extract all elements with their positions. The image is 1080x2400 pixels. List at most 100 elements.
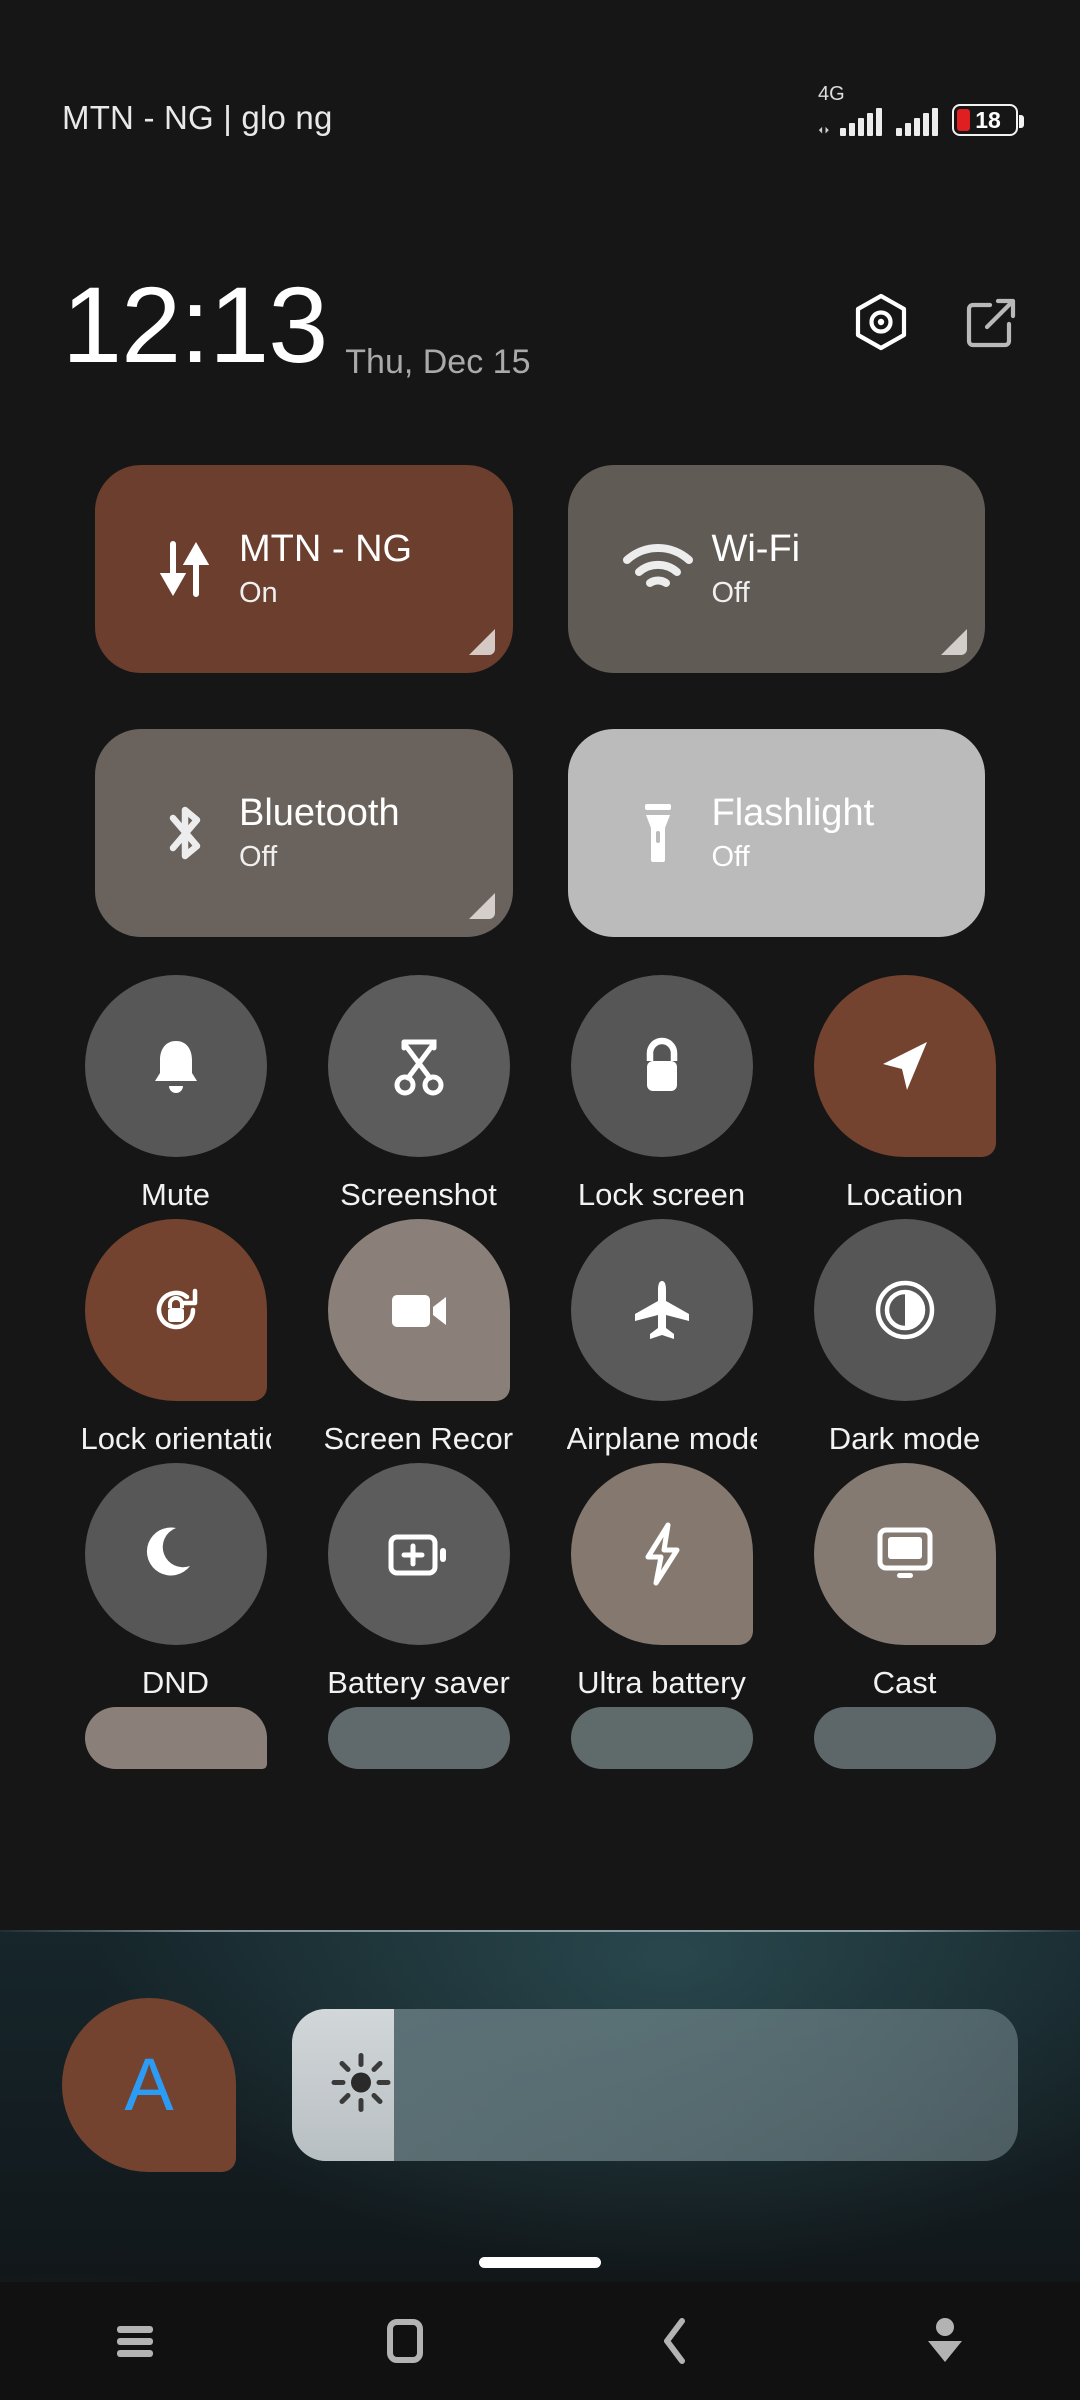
nav-home-button[interactable] — [270, 2319, 540, 2363]
tile-state: On — [239, 577, 412, 610]
tile-bubble[interactable] — [814, 1463, 996, 1645]
clock-header: 12:13 Thu, Dec 15 — [0, 250, 1080, 400]
tile-label: DND — [81, 1665, 271, 1701]
sun-icon — [330, 2052, 392, 2119]
network-type-label: 4G — [818, 84, 845, 104]
tile-state: Off — [712, 577, 801, 610]
menu-icon — [117, 2321, 153, 2362]
tile-bubble[interactable] — [328, 975, 510, 1157]
data-transfer-icon — [818, 116, 838, 136]
home-indicator[interactable] — [479, 2257, 601, 2268]
contrast-icon — [872, 1277, 938, 1343]
signal-bars-sim2 — [896, 108, 938, 136]
tile-state: Off — [239, 841, 400, 874]
tile-row4-1[interactable] — [54, 1707, 297, 1769]
tile-bubble[interactable] — [85, 975, 267, 1157]
tile-bubble[interactable] — [571, 1463, 753, 1645]
tile-label: Airplane mode — [567, 1421, 757, 1457]
tile-wifi[interactable]: Wi-Fi Off — [568, 465, 986, 673]
quick-settings-screen: MTN - NG | glo ng 4G 18 12:13 Thu, Dec 1… — [0, 0, 1080, 2400]
collapse-person-icon — [923, 2315, 967, 2367]
tile-label: Cast — [810, 1665, 1000, 1701]
tile-mobile-data[interactable]: MTN - NG On — [95, 465, 513, 673]
tile-label: Ultra battery — [567, 1665, 757, 1701]
battery-icon: 18 — [952, 104, 1018, 136]
tile-label: Wi-Fi — [712, 528, 801, 570]
tile-battery-saver[interactable]: Battery saver — [297, 1463, 540, 1701]
tile-label: Bluetooth — [239, 792, 400, 834]
nav-menu-button[interactable] — [0, 2321, 270, 2362]
tile-bubble[interactable] — [85, 1219, 267, 1401]
tile-bubble[interactable] — [571, 1707, 753, 1769]
nav-back-button[interactable] — [540, 2315, 810, 2367]
expand-corner-icon[interactable] — [469, 629, 495, 655]
tile-row4-3[interactable] — [540, 1707, 783, 1769]
tile-label: Mute — [81, 1177, 271, 1213]
nav-hide-button[interactable] — [810, 2315, 1080, 2367]
wifi-icon — [618, 541, 698, 597]
tile-label: Lock orientation — [81, 1421, 271, 1457]
battery-percent-label: 18 — [954, 106, 1016, 134]
tile-row4-2[interactable] — [297, 1707, 540, 1769]
tile-label: Location — [810, 1177, 1000, 1213]
moon-icon — [146, 1522, 206, 1586]
tile-screenshot[interactable]: Screenshot — [297, 975, 540, 1213]
tile-bubble[interactable] — [571, 1219, 753, 1401]
primary-tiles-row-1: MTN - NG On Wi-Fi Off — [95, 465, 985, 673]
tile-bubble[interactable] — [814, 1707, 996, 1769]
scissors-icon — [388, 1034, 450, 1098]
tile-screen-record[interactable]: Screen Record — [297, 1219, 540, 1457]
tile-bubble[interactable] — [85, 1707, 267, 1769]
tile-bubble[interactable] — [328, 1219, 510, 1401]
secondary-tiles-row-4-clipped — [54, 1707, 1026, 1769]
tile-flashlight[interactable]: Flashlight Off — [568, 729, 986, 937]
secondary-tiles-row-2: Lock orientation Screen Record Airpla — [54, 1219, 1026, 1457]
airplane-icon — [631, 1277, 693, 1343]
bluetooth-icon — [145, 801, 225, 865]
rotation-lock-icon — [143, 1277, 209, 1343]
tile-bubble[interactable] — [814, 975, 996, 1157]
tile-bubble[interactable] — [85, 1463, 267, 1645]
tile-label: Flashlight — [712, 792, 875, 834]
secondary-tiles-row-1: Mute Screenshot — [54, 975, 1026, 1213]
tile-bluetooth[interactable]: Bluetooth Off — [95, 729, 513, 937]
tile-bubble[interactable] — [328, 1463, 510, 1645]
tile-label: MTN - NG — [239, 528, 412, 570]
bell-icon — [147, 1033, 205, 1099]
tile-bubble[interactable] — [814, 1219, 996, 1401]
tile-mute[interactable]: Mute — [54, 975, 297, 1213]
tile-cast[interactable]: Cast — [783, 1463, 1026, 1701]
tile-ultra-battery[interactable]: Ultra battery — [540, 1463, 783, 1701]
primary-tiles: MTN - NG On Wi-Fi Off — [0, 465, 1080, 993]
edit-tiles-icon[interactable] — [964, 295, 1018, 349]
battery-plus-icon — [385, 1528, 453, 1580]
clock-date: Thu, Dec 15 — [345, 343, 530, 400]
carrier-label: MTN - NG | glo ng — [62, 99, 333, 137]
tile-row4-4[interactable] — [783, 1707, 1026, 1769]
status-icons: 4G 18 — [818, 104, 1018, 136]
home-icon — [387, 2319, 423, 2363]
panel-divider — [0, 1930, 1080, 1932]
brightness-row: A — [0, 1990, 1080, 2180]
tile-bubble[interactable] — [571, 975, 753, 1157]
tile-dnd[interactable]: DND — [54, 1463, 297, 1701]
expand-corner-icon[interactable] — [469, 893, 495, 919]
tile-label: Screenshot — [324, 1177, 514, 1213]
brightness-slider[interactable] — [292, 2009, 1018, 2161]
expand-corner-icon[interactable] — [941, 629, 967, 655]
navigation-arrow-icon — [873, 1034, 937, 1098]
tile-bubble[interactable] — [328, 1707, 510, 1769]
primary-tiles-row-2: Bluetooth Off Flashlight Off — [95, 729, 985, 937]
tile-location[interactable]: Location — [783, 975, 1026, 1213]
mobile-data-icon — [145, 538, 225, 600]
tile-dark-mode[interactable]: Dark mode — [783, 1219, 1026, 1457]
camcorder-icon — [386, 1287, 452, 1333]
hex-settings-icon[interactable] — [854, 293, 908, 351]
padlock-icon — [634, 1033, 690, 1099]
tile-lock-orientation[interactable]: Lock orientation — [54, 1219, 297, 1457]
tile-airplane-mode[interactable]: Airplane mode — [540, 1219, 783, 1457]
tile-lock-screen[interactable]: Lock screen — [540, 975, 783, 1213]
navigation-bar — [0, 2282, 1080, 2400]
status-bar: MTN - NG | glo ng 4G 18 — [0, 0, 1080, 200]
auto-brightness-button[interactable]: A — [62, 1998, 236, 2172]
